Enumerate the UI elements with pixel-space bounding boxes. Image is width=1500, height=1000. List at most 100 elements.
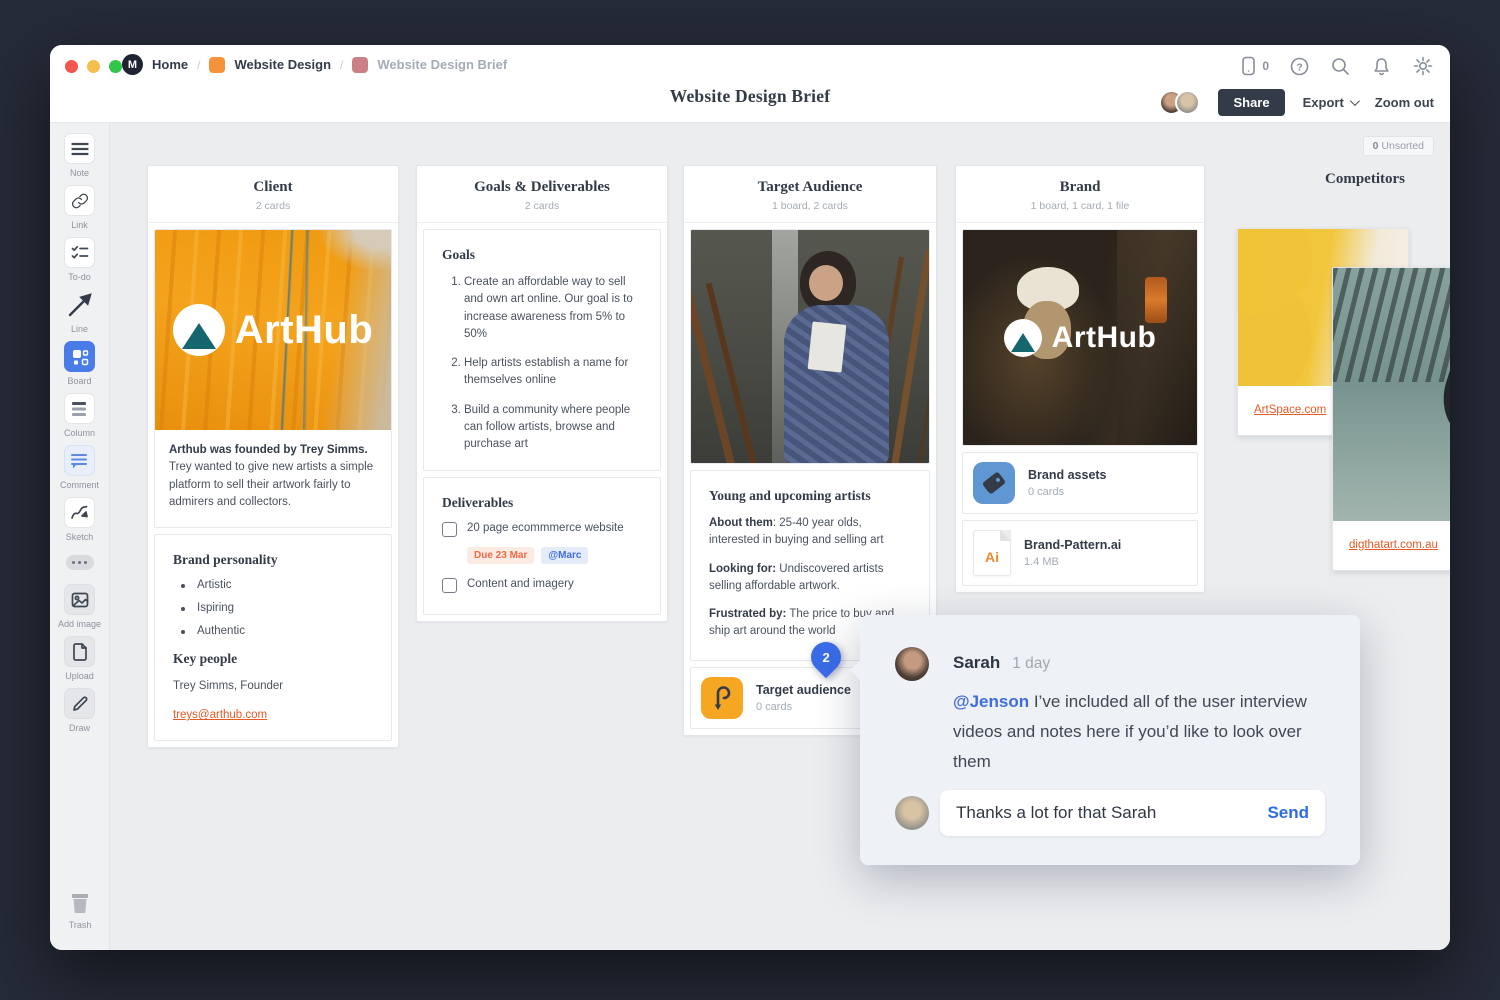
tool-label: Comment (60, 480, 99, 490)
personality-list: Artistic Ispiring Authentic (173, 579, 373, 637)
assignee-tag[interactable]: @Marc (541, 547, 588, 564)
competitors-title: Competitors (1270, 171, 1450, 188)
avatar (895, 647, 929, 681)
arthub-brand-image: ArtHub (155, 230, 391, 430)
tool-label: Sketch (66, 532, 94, 542)
board-icon-pink (352, 57, 368, 73)
column-brand[interactable]: Brand 1 board, 1 card, 1 file ArtHub Bra… (955, 165, 1205, 593)
tool-link[interactable]: Link (64, 185, 95, 230)
brand-image-card[interactable]: ArtHub (962, 229, 1198, 446)
street-artist-photo (1333, 268, 1450, 521)
reply-box: Send (940, 790, 1325, 836)
column-title: Target Audience (684, 179, 936, 196)
file-name: Brand-Pattern.ai (1024, 538, 1121, 552)
tool-label: Draw (69, 723, 90, 733)
arthub-logo-mark-icon (1004, 319, 1042, 357)
goals-card[interactable]: Goals Create an affordable way to sell a… (423, 229, 661, 471)
competitor-link[interactable]: ArtSpace.com (1254, 404, 1326, 416)
window-controls[interactable] (65, 60, 122, 73)
more-tools-button[interactable] (66, 555, 94, 570)
sketch-icon (70, 504, 89, 521)
breadcrumb-parent[interactable]: Website Design (234, 57, 331, 72)
tool-line[interactable]: Line (64, 289, 95, 334)
arthub-logo: ArtHub (963, 319, 1197, 357)
unsorted-badge[interactable]: 0 Unsorted (1363, 136, 1434, 156)
mention-link[interactable]: @Jenson (953, 692, 1029, 711)
trash-label: Trash (69, 920, 92, 930)
todo-checkbox[interactable] (442, 522, 457, 537)
search-button[interactable] (1330, 56, 1351, 77)
settings-button[interactable] (1412, 55, 1434, 77)
breadcrumb-home[interactable]: Home (152, 57, 188, 72)
tool-upload[interactable]: Upload (64, 636, 95, 681)
goals-list: Create an affordable way to sell and own… (442, 274, 642, 453)
email-link[interactable]: treys@arthub.com (173, 709, 267, 721)
audience-image-card[interactable] (690, 229, 930, 464)
arthub-logo-mark-icon (173, 304, 225, 356)
sub-board-label: Target audience (756, 683, 851, 697)
breadcrumb: M Home / Website Design / Website Design… (122, 54, 507, 75)
sub-board-item[interactable]: Brand assets 0 cards (962, 452, 1198, 514)
tool-label: Column (64, 428, 95, 438)
column-title: Goals & Deliverables (417, 179, 667, 196)
app-window: M Home / Website Design / Website Design… (50, 45, 1450, 950)
tool-label: Board (67, 376, 91, 386)
tool-add-image[interactable]: Add image (58, 584, 101, 629)
zoom-out-button[interactable]: Zoom out (1375, 95, 1434, 110)
column-goals-deliverables[interactable]: Goals & Deliverables 2 cards Goals Creat… (416, 165, 668, 622)
link-icon (71, 192, 89, 210)
brand-personality-card[interactable]: Brand personality Artistic Ispiring Auth… (154, 534, 392, 741)
close-window-button[interactable] (65, 60, 78, 73)
list-item: Build a community where people can follo… (464, 402, 642, 454)
minimize-window-button[interactable] (87, 60, 100, 73)
trash-dropzone[interactable]: Trash (50, 890, 110, 930)
comment-author: Sarah (953, 653, 1000, 673)
competitor-card-digthatart[interactable]: digthatart.com.au (1332, 267, 1450, 571)
tag-board-icon (973, 462, 1015, 504)
client-image-card[interactable]: ArtHub Arthub was founded by Trey Simms.… (154, 229, 392, 528)
todo-checkbox[interactable] (442, 578, 457, 593)
tool-sketch[interactable]: Sketch (64, 497, 95, 542)
device-count: 0 (1262, 59, 1269, 73)
tool-board[interactable]: Board (64, 341, 95, 386)
device-sync-indicator[interactable]: 0 (1238, 55, 1269, 77)
file-item[interactable]: Ai Brand-Pattern.ai 1.4 MB (962, 520, 1198, 586)
todo-label: Content and imagery (467, 578, 574, 590)
zoom-window-button[interactable] (109, 60, 122, 73)
competitor-link[interactable]: digthatart.com.au (1349, 539, 1438, 551)
reply-input[interactable] (956, 803, 1267, 823)
column-title: Brand (956, 179, 1204, 196)
app-logo-icon[interactable]: M (122, 54, 143, 75)
comment-count: 2 (822, 650, 829, 665)
tool-sidebar: Note Link To-do Line Board Column (50, 123, 110, 950)
svg-text:?: ? (1296, 62, 1302, 73)
share-button[interactable]: Share (1218, 89, 1284, 116)
card-heading: Goals (442, 247, 642, 263)
tool-label: Link (71, 220, 88, 230)
due-date-tag[interactable]: Due 23 Mar (467, 547, 534, 564)
ai-file-icon: Ai (973, 530, 1011, 576)
help-button[interactable]: ? (1289, 56, 1310, 77)
board-canvas[interactable]: 0 Unsorted Client 2 cards ArtHub Arthub … (110, 123, 1450, 950)
collaborator-avatars[interactable] (1159, 90, 1200, 115)
tool-column[interactable]: Column (64, 393, 95, 438)
card-heading: Young and upcoming artists (709, 488, 911, 504)
arthub-logo: ArtHub (155, 304, 391, 356)
tool-draw[interactable]: Draw (64, 688, 95, 733)
deliverables-card[interactable]: Deliverables 20 page ecommmerce website … (423, 477, 661, 615)
breadcrumb-current: Website Design Brief (377, 57, 507, 72)
key-person: Trey Simms, Founder (173, 678, 373, 695)
image-caption-bold: Arthub was founded by Trey Simms. (169, 442, 377, 459)
sub-board-count: 0 cards (1028, 486, 1107, 498)
notifications-button[interactable] (1371, 56, 1392, 77)
export-button[interactable]: Export (1303, 95, 1357, 110)
tool-comment[interactable]: Comment (60, 445, 99, 490)
tool-note[interactable]: Note (64, 133, 95, 178)
column-client[interactable]: Client 2 cards ArtHub Arthub was founded… (147, 165, 399, 748)
chevron-down-icon (1350, 96, 1360, 106)
send-button[interactable]: Send (1267, 803, 1309, 823)
help-icon: ? (1289, 56, 1310, 77)
comment-timestamp: 1 day (1012, 655, 1050, 673)
tool-todo[interactable]: To-do (64, 237, 95, 282)
comment-icon (70, 452, 88, 469)
